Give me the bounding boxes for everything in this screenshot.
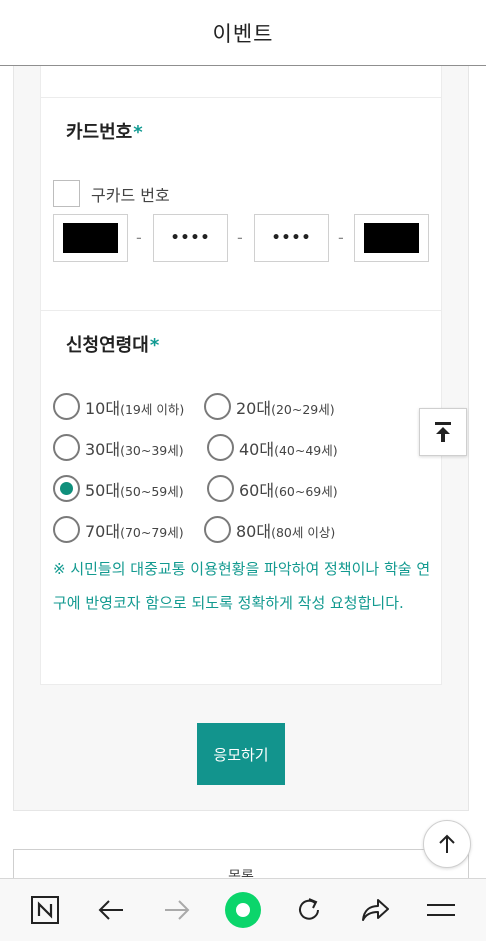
redacted-mask (63, 223, 118, 253)
forward-button[interactable] (155, 888, 199, 932)
redacted-mask (364, 223, 419, 253)
age-group-title: 신청연령대* (66, 331, 159, 357)
card-number-input-3[interactable]: •••• (254, 214, 329, 262)
age-option-40s[interactable]: 40대(40~49세) (207, 434, 338, 461)
share-button[interactable] (353, 888, 397, 932)
app-header: 이벤트 (0, 0, 486, 66)
menu-button[interactable] (419, 888, 463, 932)
submit-button[interactable]: 응모하기 (197, 723, 285, 785)
old-card-option[interactable]: 구카드 번호 (53, 180, 170, 207)
share-icon (362, 899, 389, 921)
scroll-to-top-icon (435, 422, 451, 442)
scroll-up-button[interactable] (423, 820, 471, 868)
age-option-50s[interactable]: 50대(50~59세) (53, 475, 184, 502)
card-number-title: 카드번호* (66, 118, 143, 144)
naver-home-button[interactable] (23, 888, 67, 932)
age-option-70s[interactable]: 70대(70~79세) (53, 516, 184, 543)
refresh-icon (299, 898, 319, 920)
radio-button[interactable] (53, 516, 80, 543)
radio-button[interactable] (207, 475, 234, 502)
age-option-20s[interactable]: 20대(20~29세) (204, 393, 335, 420)
home-dot-icon (225, 892, 261, 928)
forward-arrow-icon (165, 900, 190, 920)
separator: - (136, 228, 142, 247)
radio-button[interactable] (53, 434, 80, 461)
privacy-notice: ※ 시민들의 대중교통 이용현황을 파악하여 정책이나 학술 연구에 반영코자 … (53, 560, 431, 612)
required-mark: * (133, 122, 143, 143)
age-option-label: 10대(19세 이하) (85, 398, 185, 418)
menu-icon (427, 904, 455, 916)
browser-toolbar (0, 878, 486, 941)
naver-n-icon (31, 896, 59, 924)
required-mark: * (149, 335, 160, 356)
age-group-label: 신청연령대 (66, 335, 149, 356)
age-option-label: 40대(40~49세) (239, 439, 338, 459)
age-option-label: 50대(50~59세) (85, 480, 184, 500)
radio-button-selected[interactable] (53, 475, 80, 502)
age-option-label: 60대(60~69세) (239, 480, 338, 500)
separator: - (237, 228, 243, 247)
age-option-60s[interactable]: 60대(60~69세) (207, 475, 338, 502)
divider (41, 97, 441, 98)
card-number-input-1[interactable] (53, 214, 128, 262)
age-option-label: 20대(20~29세) (236, 398, 335, 418)
age-option-10s[interactable]: 10대(19세 이하) (53, 393, 184, 420)
age-option-80s[interactable]: 80대(80세 이상) (204, 516, 335, 543)
back-button[interactable] (89, 888, 133, 932)
card-number-input-4[interactable] (354, 214, 429, 262)
refresh-button[interactable] (287, 888, 331, 932)
separator: - (338, 228, 344, 247)
divider (41, 310, 441, 311)
age-option-label: 70대(70~79세) (85, 521, 184, 541)
radio-button[interactable] (204, 393, 231, 420)
old-card-label: 구카드 번호 (91, 185, 170, 205)
arrow-up-icon (439, 834, 455, 853)
page-title: 이벤트 (212, 21, 274, 46)
card-number-label: 카드번호 (66, 122, 133, 143)
age-option-label: 30대(30~39세) (85, 439, 184, 459)
age-option-label: 80대(80세 이상) (236, 521, 336, 541)
radio-button[interactable] (207, 434, 234, 461)
scroll-top-button[interactable] (419, 408, 467, 456)
radio-button[interactable] (53, 393, 80, 420)
green-dot-button[interactable] (221, 888, 265, 932)
radio-button[interactable] (204, 516, 231, 543)
age-option-30s[interactable]: 30대(30~39세) (53, 434, 184, 461)
old-card-checkbox[interactable] (53, 180, 80, 207)
back-arrow-icon (98, 900, 123, 920)
card-number-input-2[interactable]: •••• (153, 214, 228, 262)
